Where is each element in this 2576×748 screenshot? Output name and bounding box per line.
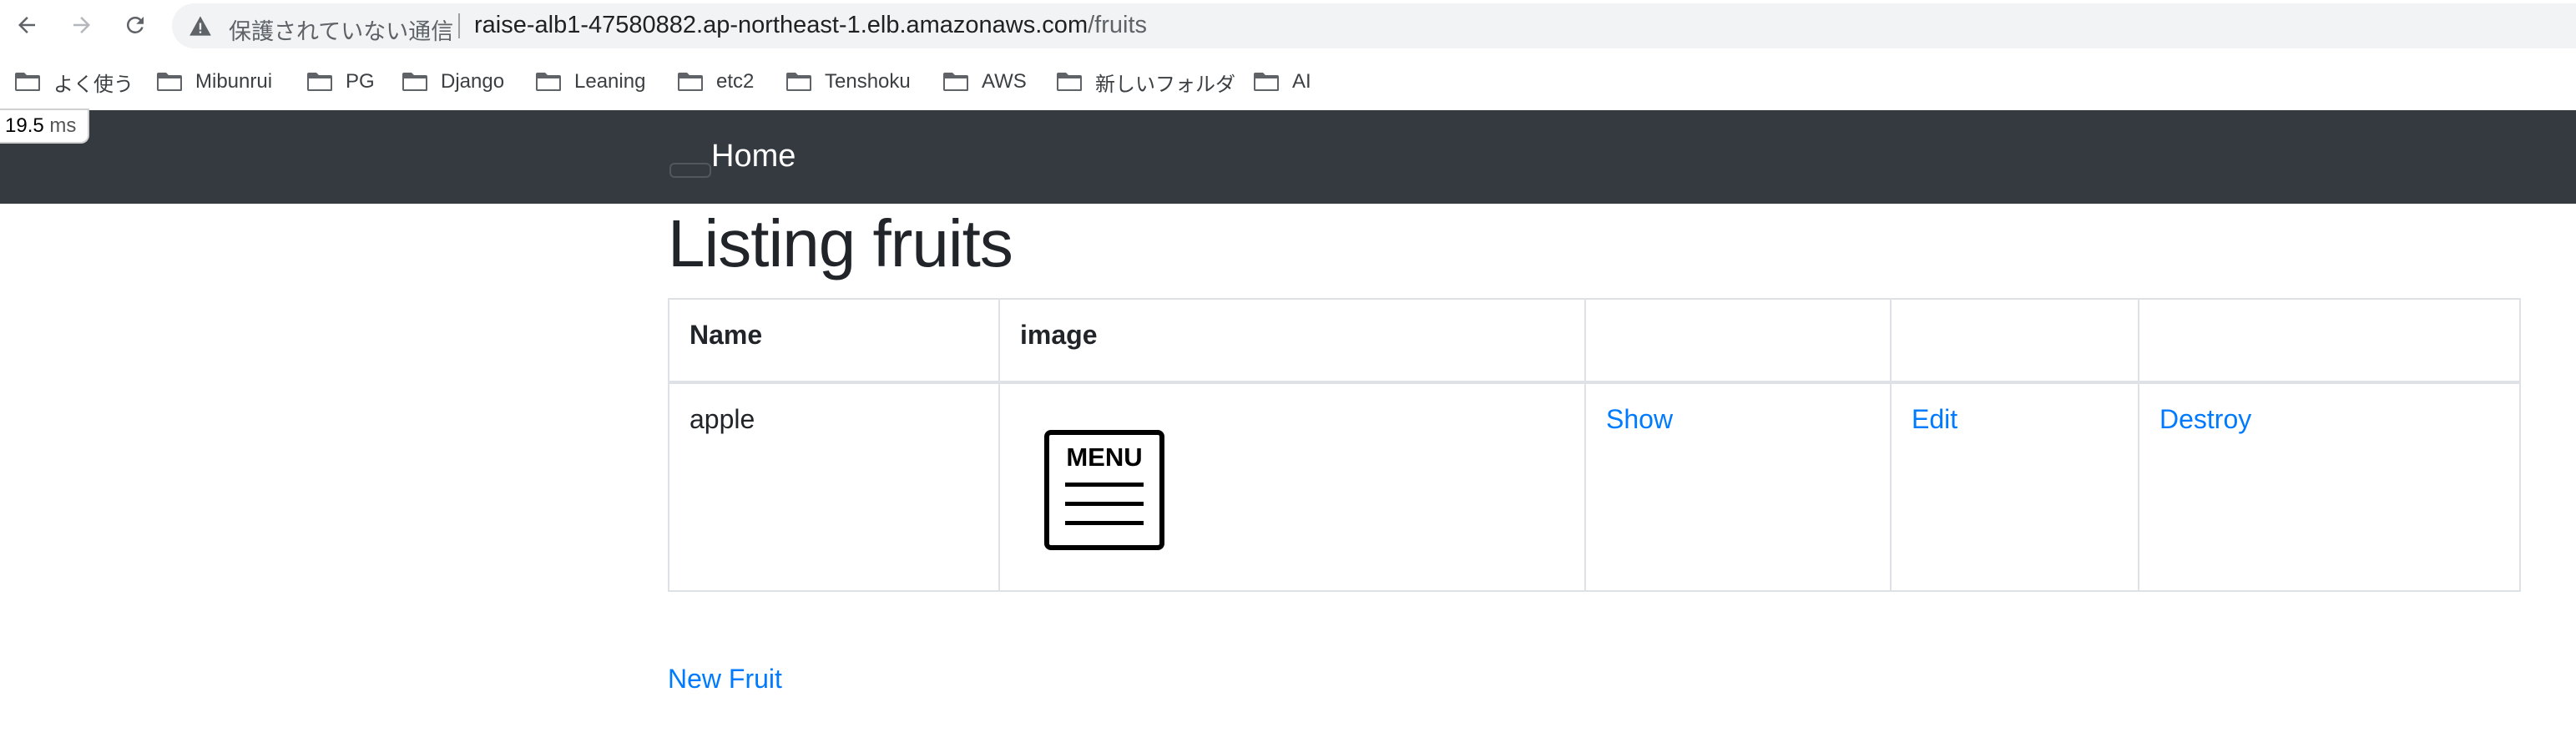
- reload-button[interactable]: [119, 8, 152, 42]
- header-destroy: [2138, 298, 2521, 384]
- bookmark-folder[interactable]: AI: [1252, 67, 1311, 97]
- bookmark-label: Tenshoku: [825, 70, 911, 93]
- bookmark-label: etc2: [716, 70, 755, 93]
- table-row: apple MENU Show Edit Destroy: [668, 382, 2521, 592]
- folder-icon: [678, 73, 703, 91]
- address-bar[interactable]: 保護されていない通信 raise-alb1-47580882.ap-northe…: [172, 3, 2576, 48]
- render-time-value: 19.5: [5, 114, 44, 137]
- page-title: Listing fruits: [668, 206, 1013, 280]
- bookmark-label: よく使う: [53, 73, 134, 96]
- edit-cell: Edit: [1890, 382, 2139, 592]
- folder-icon: [943, 73, 968, 91]
- browser-toolbar: 保護されていない通信 raise-alb1-47580882.ap-northe…: [0, 0, 2576, 50]
- folder-icon: [402, 73, 427, 91]
- arrow-left-icon: [18, 17, 35, 33]
- new-fruit-link[interactable]: New Fruit: [668, 664, 782, 695]
- bookmark-folder[interactable]: PG: [306, 67, 375, 97]
- folder-icon: [536, 73, 561, 91]
- bookmark-label: Leaning: [574, 70, 646, 93]
- bookmark-label: AI: [1292, 70, 1311, 93]
- fruit-name: apple: [668, 382, 1000, 592]
- show-cell: Show: [1584, 382, 1892, 592]
- header-show: [1584, 298, 1892, 384]
- fruit-image-cell: MENU: [998, 382, 1586, 592]
- folder-icon: [307, 73, 332, 91]
- table-header-row: Name image: [668, 298, 2521, 384]
- bookmark-label: Mibunrui: [195, 70, 273, 93]
- show-link[interactable]: Show: [1606, 404, 1673, 434]
- reload-icon: [126, 16, 144, 33]
- menu-image: MENU: [1044, 430, 1164, 550]
- navbar-toggler-button[interactable]: [669, 163, 711, 178]
- header-image: image: [998, 298, 1586, 384]
- destroy-link[interactable]: Destroy: [2159, 404, 2251, 434]
- warning-icon: [189, 16, 211, 36]
- bookmark-label: PG: [346, 70, 375, 93]
- security-label[interactable]: 保護されていない通信: [229, 13, 453, 46]
- home-link[interactable]: Home: [711, 139, 796, 174]
- bookmark-label: AWS: [982, 70, 1027, 93]
- folder-icon: [1254, 73, 1279, 91]
- header-edit: [1890, 298, 2139, 384]
- fruits-table: Name image apple MENU Show Edit Destroy: [668, 298, 2521, 592]
- render-time-unit: ms: [49, 114, 77, 137]
- bookmark-label: 新しいフォルダ: [1095, 73, 1235, 96]
- bookmark-folder[interactable]: Leaning: [534, 67, 645, 97]
- forward-button[interactable]: [65, 8, 98, 42]
- bookmark-folder[interactable]: Tenshoku: [785, 67, 911, 97]
- site-navbar: Home: [0, 110, 2576, 204]
- header-name: Name: [668, 298, 1000, 384]
- render-time-badge: 19.5 ms: [0, 109, 90, 144]
- bookmark-folder[interactable]: Mibunrui: [155, 67, 272, 97]
- back-button[interactable]: [10, 8, 43, 42]
- url-separator: [458, 13, 460, 38]
- menu-image-label: MENU: [1066, 442, 1142, 472]
- arrow-right-icon: [73, 17, 90, 33]
- folder-icon: [786, 73, 811, 91]
- bookmark-label: Django: [441, 70, 505, 93]
- bookmarks-bar: よく使う Mibunrui PG Django Leaning etc2 Ten…: [0, 57, 2576, 107]
- destroy-cell: Destroy: [2138, 382, 2521, 592]
- bookmark-folder[interactable]: etc2: [676, 67, 754, 97]
- folder-icon: [1057, 73, 1082, 91]
- bookmark-folder[interactable]: よく使う: [13, 67, 134, 97]
- url-host: raise-alb1-47580882.ap-northeast-1.elb.a…: [474, 12, 1088, 38]
- bookmark-folder[interactable]: AWS: [942, 67, 1027, 97]
- url-text[interactable]: raise-alb1-47580882.ap-northeast-1.elb.a…: [474, 12, 1147, 39]
- bookmark-folder[interactable]: Django: [401, 67, 504, 97]
- folder-icon: [15, 73, 40, 91]
- bookmark-folder[interactable]: 新しいフォルダ: [1055, 67, 1235, 97]
- edit-link[interactable]: Edit: [1912, 404, 1957, 434]
- url-path: /fruits: [1088, 12, 1148, 38]
- folder-icon: [157, 73, 182, 91]
